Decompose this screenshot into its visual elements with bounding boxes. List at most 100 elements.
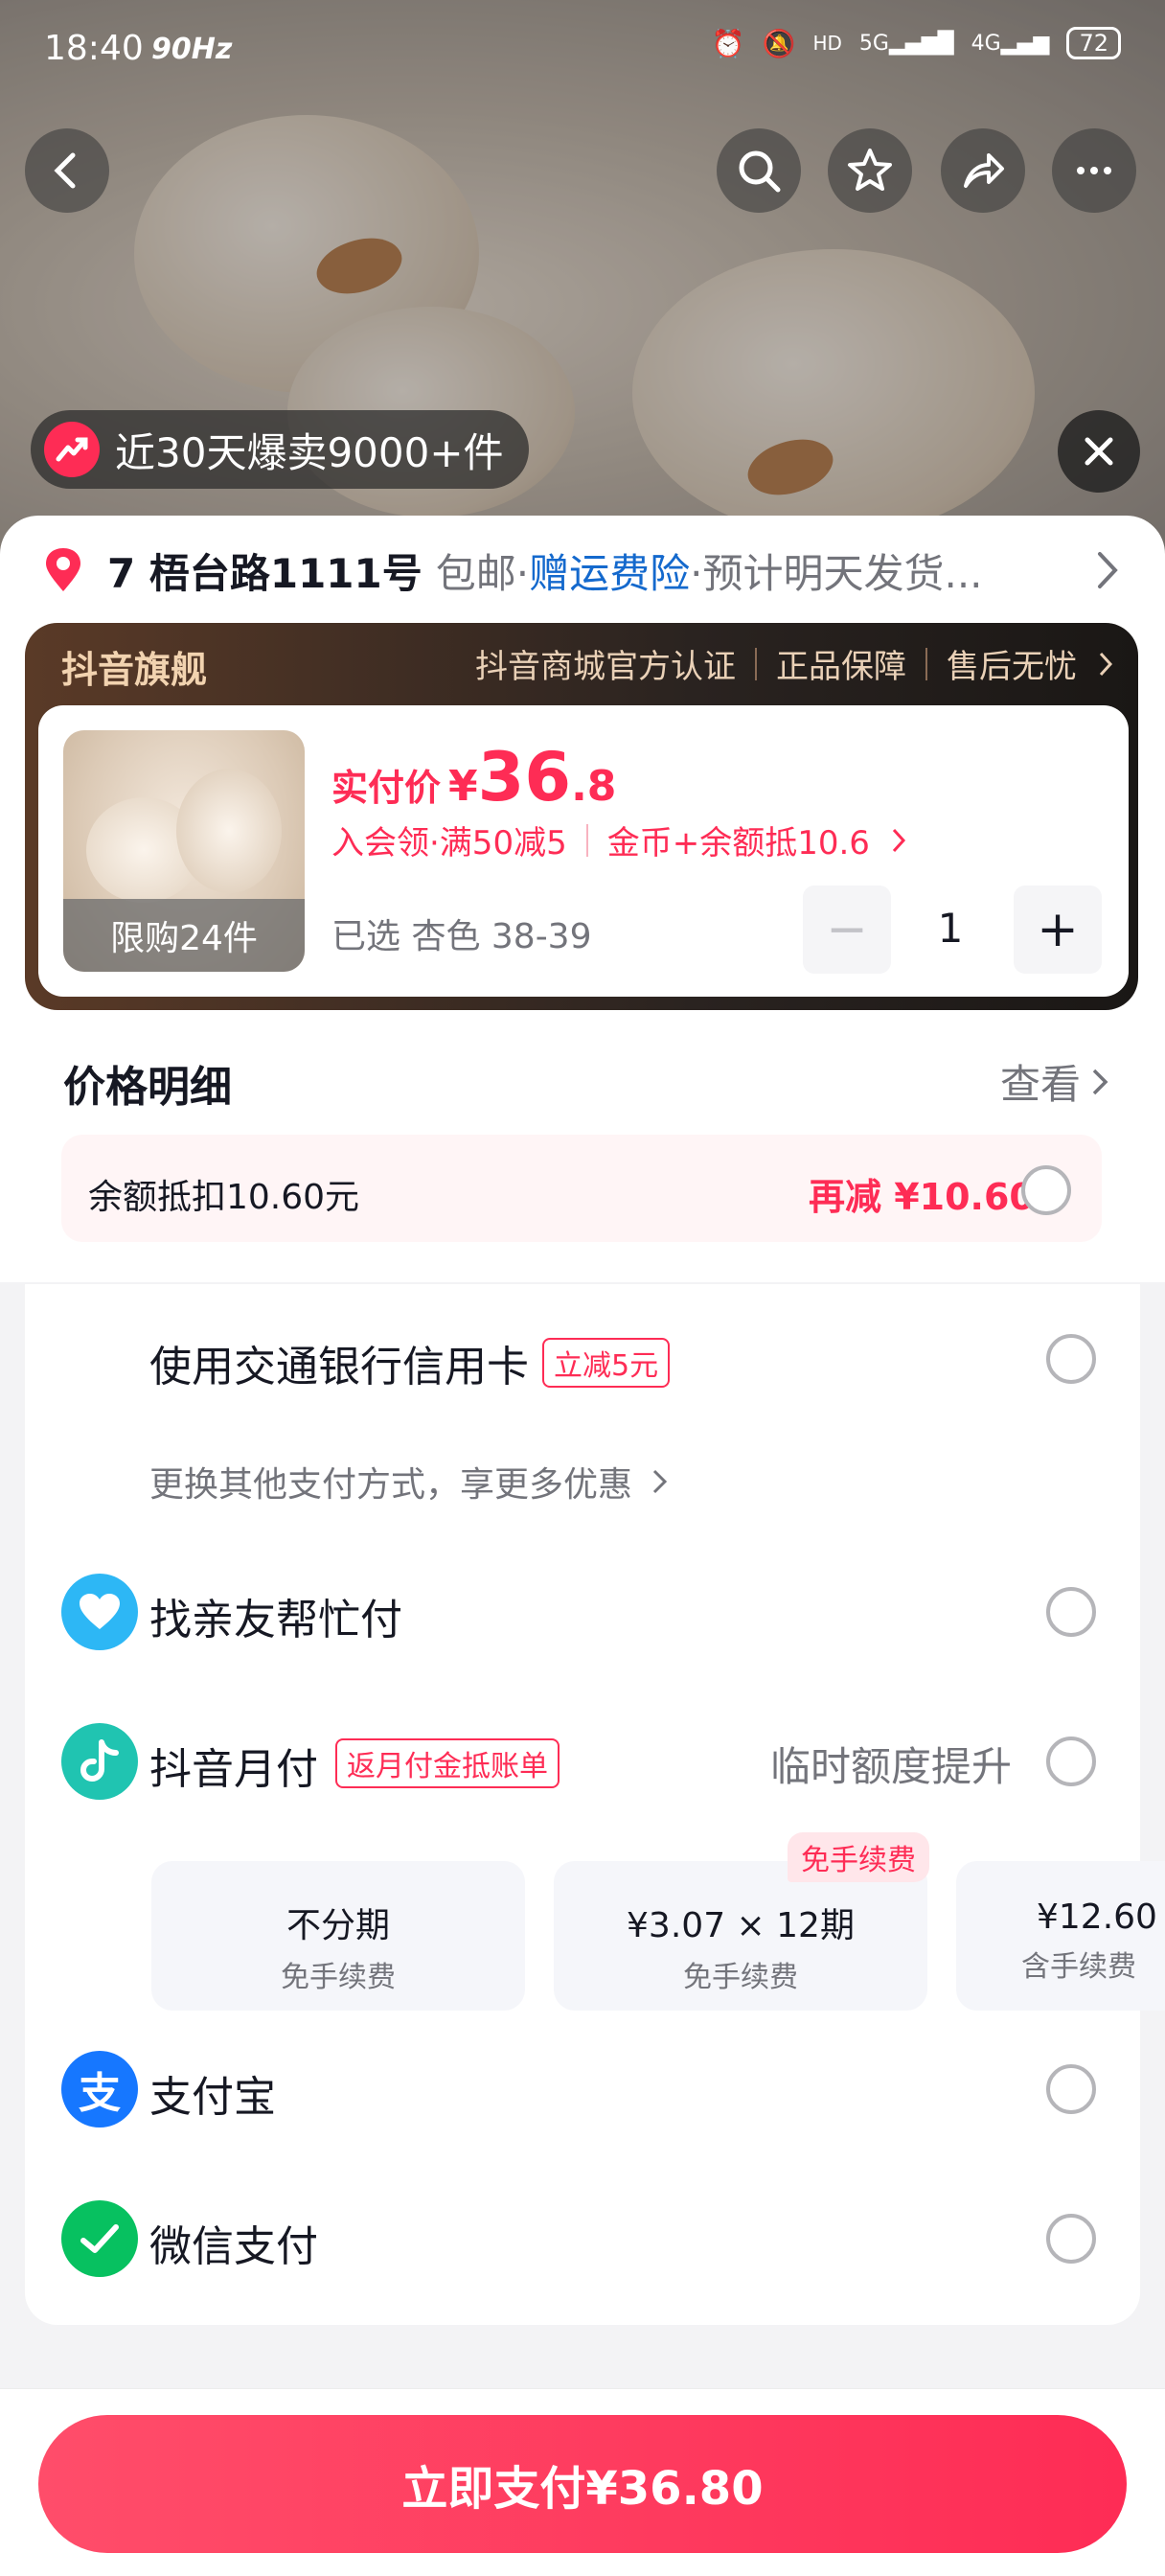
- divider: [585, 823, 588, 857]
- installment-fee: 含手续费: [1021, 1950, 1136, 1984]
- signal-5g-icon: 5G▂▄▆█: [858, 31, 954, 56]
- status-icons: ⏰ 🔕 HD 5G▂▄▆█ 4G▂▄▆ 72: [712, 27, 1121, 59]
- switch-payment-link[interactable]: 更换其他支付方式，享更多优惠: [149, 1457, 671, 1506]
- bow-right-image: [740, 425, 841, 510]
- chevron-right-icon: [1092, 1069, 1108, 1094]
- installment-option-partial[interactable]: ¥12.60 含手续费: [956, 1861, 1165, 2011]
- bank-discount-tag: 立减5元: [542, 1338, 671, 1388]
- location-pin-icon: [46, 548, 80, 591]
- shipping-insurance-text: 赠运费险: [529, 549, 691, 595]
- product-thumbnail[interactable]: 限购24件: [63, 730, 305, 972]
- bank-card-label[interactable]: 使用交通银行信用卡: [149, 1332, 529, 1393]
- balance-deduction-value: 再减 ¥10.60: [809, 1176, 1035, 1218]
- price-detail-title: 价格明细: [63, 1063, 232, 1112]
- balance-deduction-label: 余额抵扣10.60元: [88, 1178, 360, 1217]
- alipay-radio[interactable]: [1046, 2064, 1096, 2114]
- shipping-free-text: 包邮·: [435, 549, 530, 595]
- friend-pay-heart-icon: [61, 1574, 138, 1650]
- mute-icon: 🔕: [762, 27, 796, 59]
- price-currency: ¥: [448, 762, 478, 811]
- final-price: 实付价 ¥ 36 .8: [331, 738, 616, 816]
- wechat-pay-icon: [61, 2200, 138, 2277]
- bow-left-image: [308, 223, 410, 309]
- close-sheet-button[interactable]: [1058, 410, 1140, 493]
- store-title: 抖音旗舰: [61, 649, 208, 691]
- status-bar: 18:40 90Hz ⏰ 🔕 HD 5G▂▄▆█ 4G▂▄▆ 72: [0, 0, 1165, 96]
- douyin-monthly-pay-icon: [61, 1723, 138, 1800]
- store-badge-aftersale: 售后无忧: [947, 648, 1077, 686]
- wechat-pay-radio[interactable]: [1046, 2214, 1096, 2264]
- more-button[interactable]: [1052, 128, 1136, 213]
- signal-4g-icon: 4G▂▄▆: [971, 31, 1050, 56]
- pay-now-button[interactable]: 立即支付¥36.80: [38, 2415, 1127, 2553]
- installment-option-none[interactable]: 不分期 免手续费: [151, 1861, 525, 2011]
- installment-title: 不分期: [286, 1906, 390, 1945]
- coin-balance-promo: 金币+余额抵10.6: [606, 824, 870, 862]
- balance-radio[interactable]: [1021, 1165, 1071, 1215]
- hot-sales-badge: 近30天爆卖9000+件: [31, 410, 529, 489]
- shoe-left-image: [134, 115, 479, 393]
- quantity-decrease-button[interactable]: −: [803, 886, 891, 974]
- installment-fee: 免手续费: [683, 1961, 798, 1994]
- star-icon: [848, 149, 892, 191]
- thumb-shoe-shape: [176, 769, 282, 893]
- store-badge-genuine: 正品保障: [776, 648, 906, 686]
- selected-spec[interactable]: 已选 杏色 38-39: [331, 908, 592, 958]
- hd-icon: HD: [812, 32, 842, 55]
- installment-title: ¥12.60: [1037, 1898, 1157, 1937]
- friend-pay-label[interactable]: 找亲友帮忙付: [149, 1585, 402, 1646]
- monthly-pay-radio[interactable]: [1046, 1736, 1096, 1786]
- refresh-rate: 90Hz: [151, 33, 233, 66]
- installment-fee: 免手续费: [281, 1961, 396, 1994]
- view-label: 查看: [999, 1061, 1081, 1108]
- payment-methods-card: [25, 1284, 1140, 2325]
- store-badges[interactable]: 抖音商城官方认证 正品保障 售后无忧: [475, 640, 1115, 687]
- address-row[interactable]: 7 梧台路1111号 包邮· 赠运费险 ·预计明天发货...: [38, 546, 1131, 594]
- promo-row[interactable]: 入会领·满50减5 金币+余额抵10.6: [331, 816, 908, 863]
- back-arrow-icon: [54, 152, 76, 189]
- wechat-pay-label[interactable]: 微信支付: [149, 2212, 318, 2273]
- status-time: 18:40: [44, 29, 144, 68]
- store-badge-official: 抖音商城官方认证: [475, 648, 736, 686]
- price-integer: 36: [477, 738, 572, 816]
- chevron-right-icon[interactable]: [1088, 544, 1127, 596]
- price-detail-view-link[interactable]: 查看: [1000, 1052, 1111, 1111]
- hot-sales-text: 近30天爆卖9000+件: [115, 428, 504, 476]
- purchase-limit-label: 限购24件: [63, 899, 305, 972]
- close-icon: [1085, 437, 1113, 466]
- member-promo: 入会领·满50减5: [331, 824, 567, 862]
- more-icon: [1077, 167, 1111, 174]
- share-icon: [964, 153, 1004, 188]
- quantity-value[interactable]: 1: [916, 905, 985, 952]
- chevron-right-icon: [1099, 652, 1113, 676]
- search-button[interactable]: [717, 128, 801, 213]
- battery-icon: 72: [1066, 27, 1121, 59]
- monthly-pay-tag: 返月付金抵账单: [335, 1738, 560, 1788]
- chevron-right-icon: [892, 828, 905, 852]
- search-icon: [739, 150, 781, 193]
- alipay-label[interactable]: 支付宝: [149, 2062, 276, 2124]
- back-button[interactable]: [25, 128, 109, 213]
- chevron-right-icon: [652, 1469, 668, 1494]
- credit-increase-text[interactable]: 临时额度提升: [770, 1735, 1012, 1793]
- price-label: 实付价: [331, 767, 442, 809]
- switch-payment-text: 更换其他支付方式，享更多优惠: [149, 1465, 633, 1505]
- share-button[interactable]: [941, 128, 1025, 213]
- shoe-right-image: [632, 249, 1035, 537]
- divider: [755, 647, 757, 680]
- delivery-eta-text: ·预计明天发货...: [690, 549, 983, 595]
- quantity-increase-button[interactable]: +: [1014, 886, 1102, 974]
- trending-icon: [44, 422, 100, 477]
- divider: [925, 647, 927, 680]
- friend-pay-radio[interactable]: [1046, 1587, 1096, 1637]
- address-text: 7 梧台路1111号: [107, 549, 423, 595]
- monthly-pay-label[interactable]: 抖音月付: [149, 1735, 318, 1796]
- price-decimal: .8: [571, 762, 617, 811]
- alarm-icon: ⏰: [711, 27, 745, 59]
- fee-free-badge: 免手续费: [788, 1832, 929, 1882]
- bank-card-radio[interactable]: [1046, 1334, 1096, 1384]
- installment-option-12[interactable]: ¥3.07 × 12期 免手续费: [554, 1861, 927, 2011]
- favorite-button[interactable]: [828, 128, 912, 213]
- alipay-icon: 支: [61, 2051, 138, 2128]
- installment-title: ¥3.07 × 12期: [627, 1906, 855, 1945]
